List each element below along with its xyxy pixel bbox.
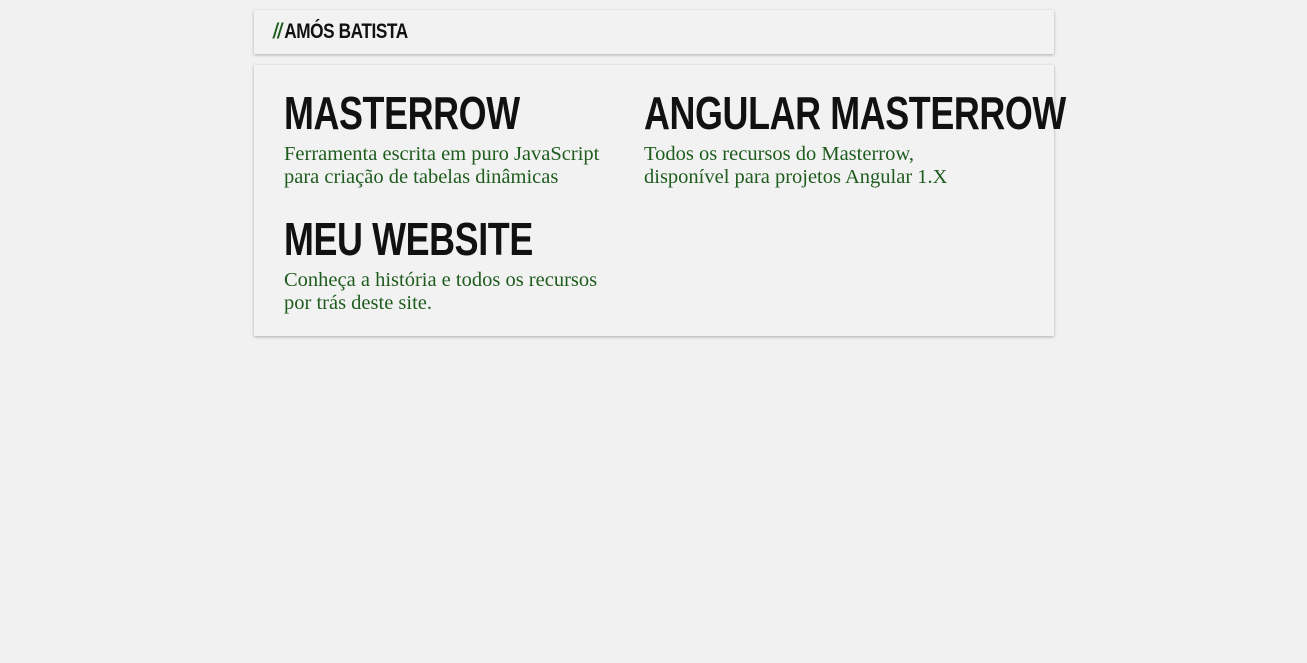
project-title[interactable]: ANGULAR MASTERROW xyxy=(644,87,1066,139)
projects-panel: MASTERROW Ferramenta escrita em puro Jav… xyxy=(254,65,1066,336)
project-angular-masterrow[interactable]: ANGULAR MASTERROW Todos os recursos do M… xyxy=(644,87,1066,189)
brand-slashes: // xyxy=(273,20,282,43)
project-description: Ferramenta escrita em puro JavaScript pa… xyxy=(284,143,600,188)
brand-link[interactable]: //AMÓS BATISTA xyxy=(273,20,408,44)
project-title[interactable]: MASTERROW xyxy=(284,87,520,139)
brand-name: AMÓS BATISTA xyxy=(284,20,408,43)
project-title[interactable]: MEU WEBSITE xyxy=(284,213,533,265)
project-masterrow[interactable]: MASTERROW Ferramenta escrita em puro Jav… xyxy=(284,87,614,189)
site-header: //AMÓS BATISTA xyxy=(254,10,1054,54)
project-description: Todos os recursos do Masterrow, disponív… xyxy=(644,143,948,188)
project-description: Conheça a história e todos os recursos p… xyxy=(284,269,598,314)
project-meu-website[interactable]: MEU WEBSITE Conheça a história e todos o… xyxy=(284,213,614,315)
